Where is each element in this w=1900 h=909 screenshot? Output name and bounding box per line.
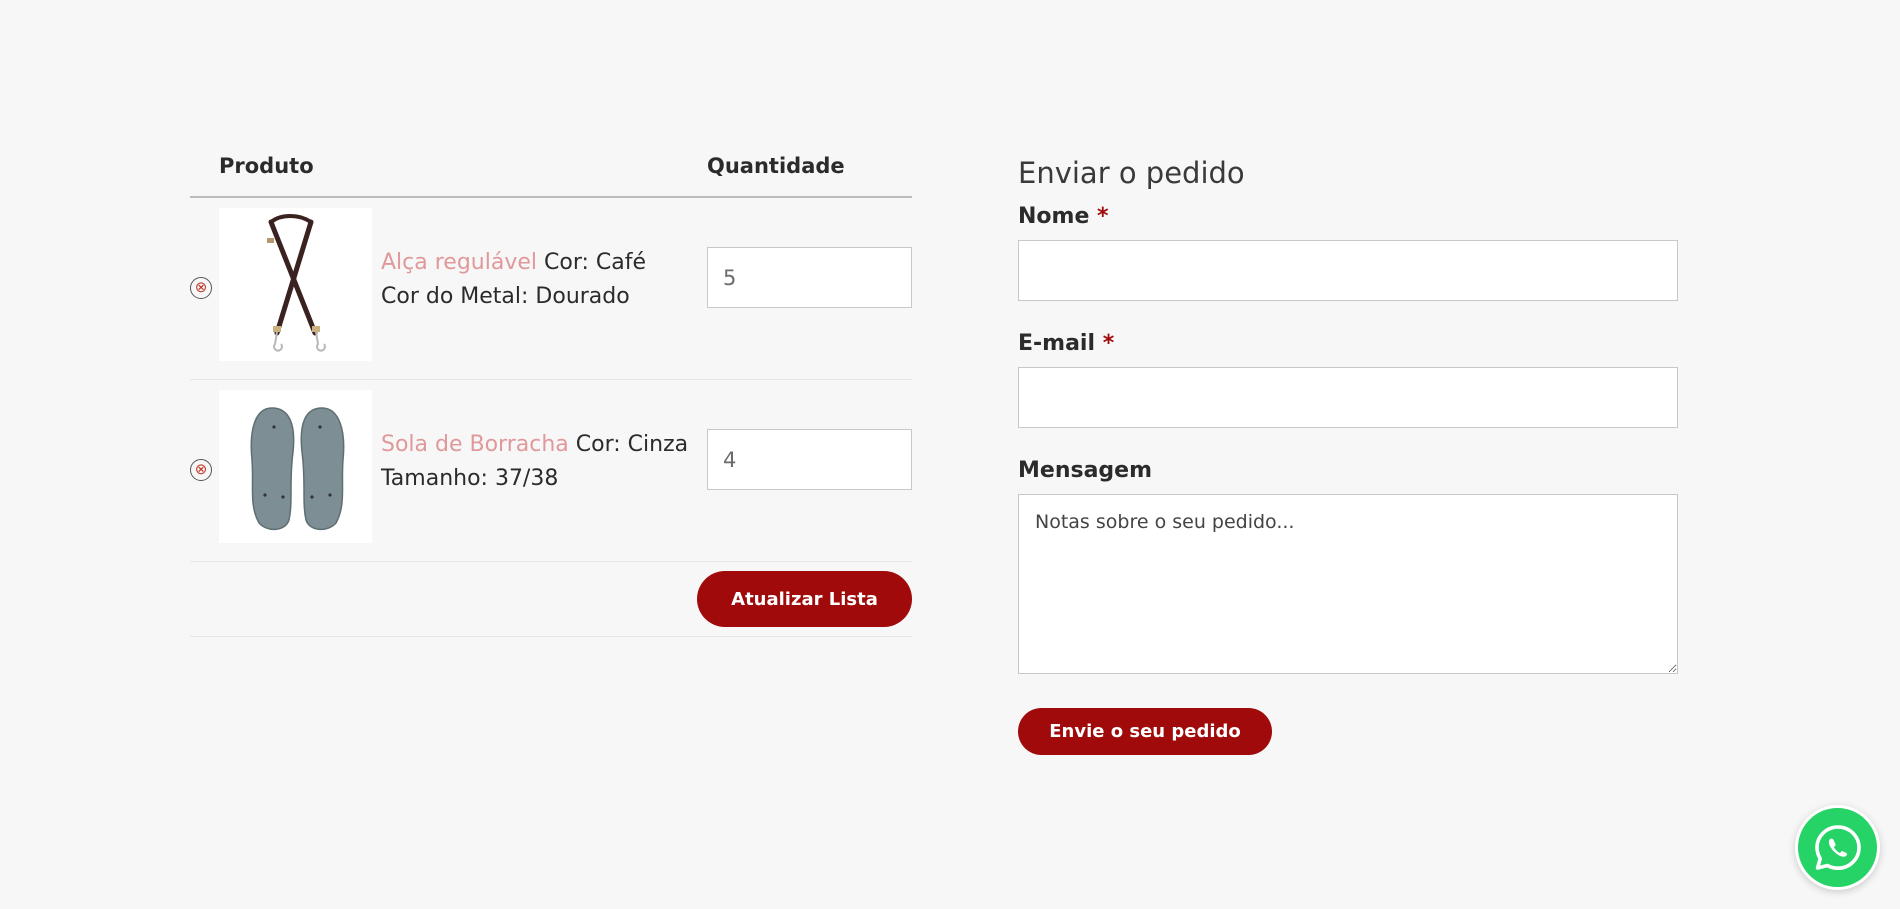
product-attr-color: Cor: Café: [544, 250, 647, 275]
remove-item-icon[interactable]: ⊗: [190, 459, 212, 481]
remove-item-icon[interactable]: ⊗: [190, 277, 212, 299]
submit-order-button[interactable]: Envie o seu pedido: [1018, 708, 1272, 755]
cart-table: Produto Quantidade ⊗ Alça regulável Cor:…: [190, 150, 912, 637]
name-label: Nome *: [1018, 204, 1109, 229]
header-quantity: Quantidade: [707, 154, 845, 178]
name-field[interactable]: [1018, 240, 1678, 301]
header-product: Produto: [219, 154, 314, 178]
email-field[interactable]: [1018, 367, 1678, 428]
product-name-link[interactable]: Alça regulável: [381, 250, 537, 275]
product-thumbnail[interactable]: [219, 208, 372, 361]
cart-row: ⊗ Sola de Borracha Cor: Cinza Tamanho: 3…: [190, 380, 912, 562]
form-title: Enviar o pedido: [1018, 156, 1245, 190]
order-form: Enviar o pedido Nome * E-mail * Mensagem…: [1018, 156, 1678, 755]
product-attr-size: Tamanho: 37/38: [381, 466, 559, 491]
message-label: Mensagem: [1018, 458, 1153, 483]
whatsapp-icon: [1814, 824, 1861, 870]
required-mark: *: [1097, 204, 1109, 229]
update-list-button[interactable]: Atualizar Lista: [697, 571, 912, 627]
whatsapp-button[interactable]: [1795, 805, 1880, 890]
product-info: Sola de Borracha Cor: Cinza Tamanho: 37/…: [381, 428, 701, 496]
product-attr-metal: Cor do Metal: Dourado: [381, 284, 630, 309]
quantity-input[interactable]: [707, 247, 912, 308]
cart-row: ⊗ Alça regulável Cor: Café Cor do Metal:…: [190, 198, 912, 380]
product-thumbnail[interactable]: [219, 390, 372, 543]
cart-actions: Atualizar Lista: [190, 562, 912, 637]
sole-icon: [219, 390, 372, 543]
strap-icon: [219, 208, 372, 361]
product-info: Alça regulável Cor: Café Cor do Metal: D…: [381, 246, 701, 314]
message-textarea[interactable]: [1018, 494, 1678, 674]
quantity-input[interactable]: [707, 429, 912, 490]
product-name-link[interactable]: Sola de Borracha: [381, 432, 569, 457]
required-mark: *: [1102, 331, 1115, 356]
cart-header: Produto Quantidade: [190, 150, 912, 198]
email-label: E-mail *: [1018, 331, 1115, 356]
product-attr-color: Cor: Cinza: [575, 432, 689, 457]
